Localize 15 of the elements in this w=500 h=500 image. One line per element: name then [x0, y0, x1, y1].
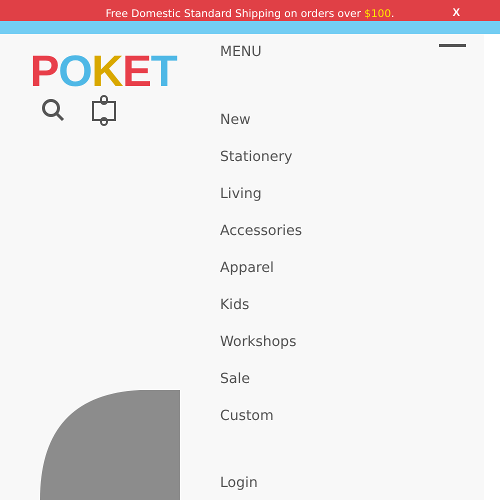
logo[interactable]: POKET	[30, 48, 177, 96]
shopping-bag-icon[interactable]	[91, 94, 117, 129]
login-link[interactable]: Login	[220, 473, 258, 494]
menu-item[interactable]: Stationery	[220, 147, 292, 168]
menu-title: MENU	[220, 44, 262, 60]
shipping-message: Free Domestic Standard Shipping on orders over $100.	[106, 7, 394, 21]
menu-item[interactable]: Custom	[220, 406, 274, 427]
menu-item[interactable]: Sale	[220, 369, 250, 390]
menu-item[interactable]: Kids	[220, 295, 250, 316]
menu-item[interactable]: Accessories	[220, 221, 302, 242]
menu-item[interactable]: Apparel	[220, 258, 274, 279]
close-button[interactable]: X	[452, 6, 460, 20]
menu-item[interactable]: Living	[220, 184, 262, 205]
menu-item[interactable]: New	[220, 110, 251, 131]
menu-item[interactable]: Workshops	[220, 332, 296, 353]
